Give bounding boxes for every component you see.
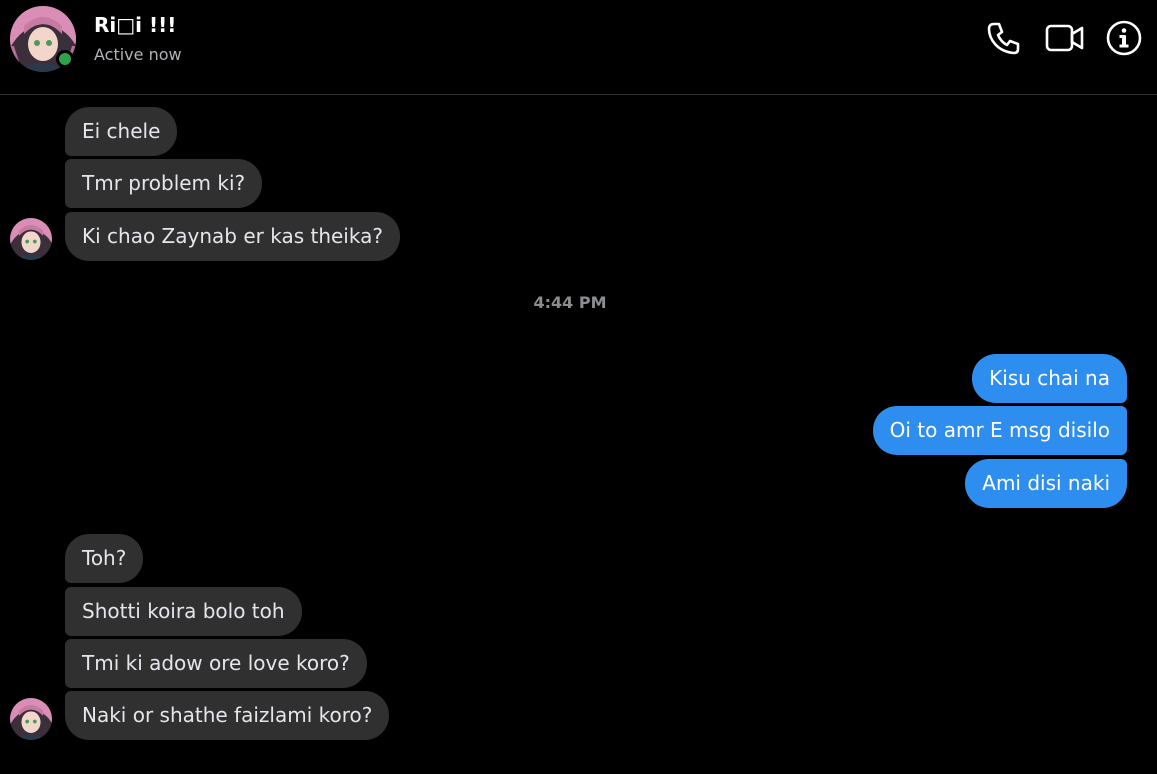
phone-icon[interactable] [985,19,1023,57]
outgoing-message[interactable]: Oi to amr E msg disilo [872,406,1127,455]
message-timestamp: 4:44 PM [533,293,607,312]
sender-avatar[interactable] [10,218,52,260]
incoming-message[interactable]: Naki or shathe faizlami koro? [65,691,390,740]
contact-active-status: Active now [94,45,182,64]
incoming-message[interactable]: Shotti koira bolo toh [65,587,302,636]
info-icon[interactable] [1105,19,1143,57]
incoming-message[interactable]: Tmr problem ki? [65,159,263,208]
incoming-message[interactable]: Tmi ki adow ore love koro? [65,639,367,688]
outgoing-message[interactable]: Kisu chai na [972,354,1127,403]
sender-avatar[interactable] [10,698,52,740]
messenger-chat-window: Ri□i !!! Active now Ei chele Tmr problem [0,0,1157,774]
incoming-message[interactable]: Ki chao Zaynab er kas theika? [65,212,400,261]
online-status-dot [56,50,74,68]
incoming-message[interactable]: Ei chele [65,107,178,156]
outgoing-message[interactable]: Ami disi naki [965,459,1127,508]
chat-header: Ri□i !!! Active now [0,0,1157,95]
incoming-message[interactable]: Toh? [65,534,144,583]
video-camera-icon[interactable] [1045,19,1084,57]
contact-name[interactable]: Ri□i !!! [94,13,176,37]
